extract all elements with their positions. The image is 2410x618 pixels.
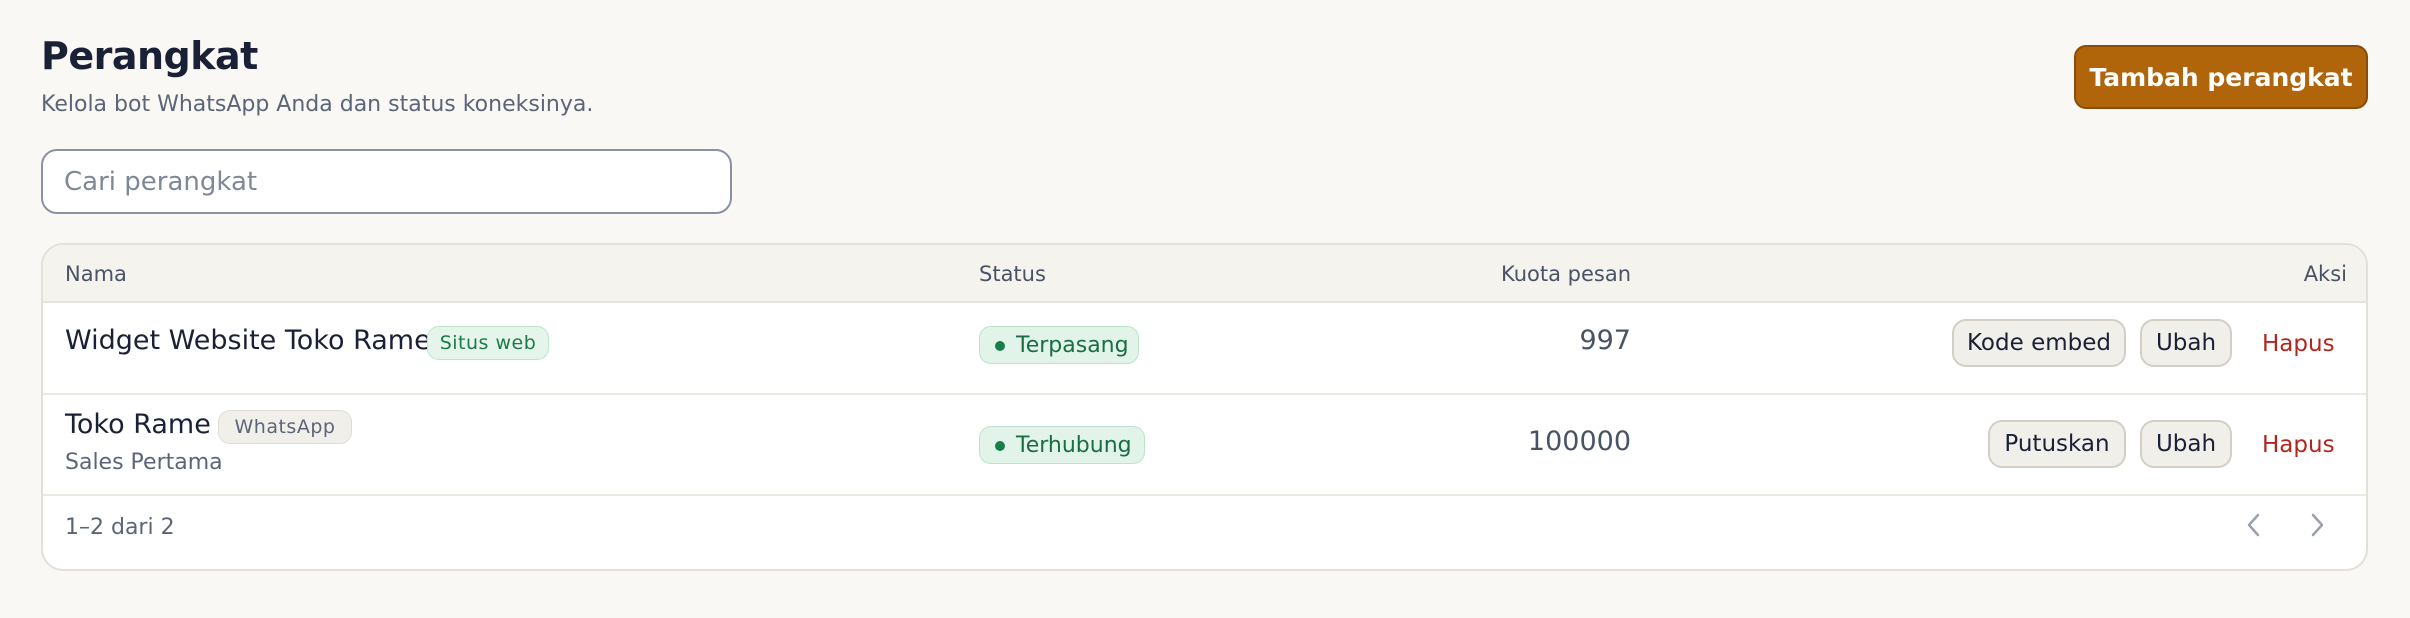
devices-table: Nama Status Kuota pesan Aksi Widget Webs… (41, 243, 2368, 571)
delete-link[interactable]: Hapus (2262, 331, 2335, 357)
column-header-actions: Aksi (2303, 262, 2347, 286)
column-header-name: Nama (65, 262, 127, 286)
status-label: Terpasang (1016, 332, 1129, 358)
embed-code-button[interactable]: Kode embed (1952, 319, 2126, 367)
page-title: Perangkat (41, 34, 258, 78)
device-type-tag: Situs web (427, 326, 549, 360)
edit-button[interactable]: Ubah (2140, 420, 2232, 468)
search-box (41, 149, 732, 214)
status-badge: Terhubung (979, 426, 1145, 464)
table-row: Toko Rame WhatsApp Sales Pertama Terhubu… (43, 395, 2366, 496)
device-name: Toko Rame (65, 409, 211, 440)
search-input[interactable] (64, 166, 730, 197)
table-row: Widget Website Toko Rame Situs web Terpa… (43, 303, 2366, 395)
disconnect-button[interactable]: Putuskan (1988, 420, 2126, 468)
status-label: Terhubung (1016, 432, 1132, 458)
page-subtitle: Kelola bot WhatsApp Anda dan status kone… (41, 92, 594, 117)
quota-value: 997 (1579, 325, 1631, 356)
delete-link[interactable]: Hapus (2262, 432, 2335, 458)
table-header: Nama Status Kuota pesan Aksi (43, 245, 2366, 303)
add-device-button[interactable]: Tambah perangkat (2074, 45, 2368, 109)
status-badge: Terpasang (979, 326, 1139, 364)
devices-page: Perangkat Kelola bot WhatsApp Anda dan s… (0, 0, 2410, 618)
device-subtext: Sales Pertama (65, 450, 223, 475)
column-header-status: Status (979, 262, 1046, 286)
status-dot-icon (995, 341, 1005, 351)
column-header-quota: Kuota pesan (1500, 262, 1631, 286)
device-name: Widget Website Toko Rame (65, 325, 431, 356)
chevron-left-icon[interactable] (2236, 507, 2272, 543)
pagination-summary: 1–2 dari 2 (65, 515, 175, 540)
quota-value: 100000 (1527, 426, 1631, 457)
status-dot-icon (995, 441, 1005, 451)
chevron-right-icon[interactable] (2299, 507, 2335, 543)
edit-button[interactable]: Ubah (2140, 319, 2232, 367)
device-type-tag: WhatsApp (218, 410, 352, 444)
